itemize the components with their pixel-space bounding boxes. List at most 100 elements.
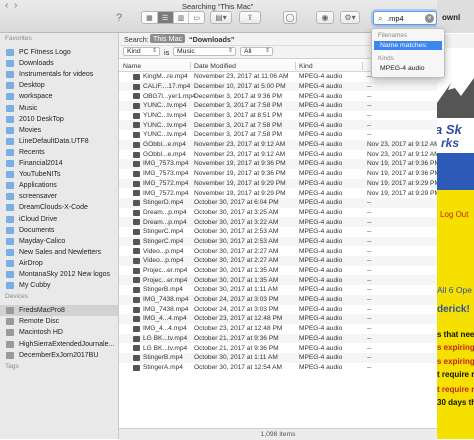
suggestion-kind-mpeg4[interactable]: MPEG-4 audio	[374, 64, 442, 73]
list-view-icon[interactable]: ☰	[157, 12, 174, 23]
file-row[interactable]: IMG_7573.mp4 November 19, 2017 at 9:36 PM…	[119, 159, 437, 169]
clear-search-icon[interactable]: ×	[425, 13, 434, 23]
file-row[interactable]: YUNC...tv.mp4 December 3, 2017 at 8:51 PM…	[119, 111, 437, 121]
file-date-added: --	[367, 286, 372, 294]
sidebar-item[interactable]: Remote Disc	[6, 316, 116, 327]
quick-look-button[interactable]: ◉	[316, 11, 334, 24]
file-row[interactable]: IMG_4...4.mp4 October 23, 2017 at 12:48 P…	[119, 324, 437, 334]
sidebar-item[interactable]: Instrumentals for videos	[6, 69, 116, 80]
file-row[interactable]: Video...p.mp4 October 30, 2017 at 2:27 AM…	[119, 256, 437, 266]
bg-tab-label[interactable]: ownl	[442, 13, 460, 22]
file-row[interactable]: IMG_7573.mp4 November 19, 2017 at 9:36 PM…	[119, 169, 437, 179]
sidebar-item[interactable]: My Cubby	[6, 280, 116, 291]
sidebar-item[interactable]: PC Fitness Logo	[6, 47, 116, 58]
file-row[interactable]: IMG_4...4.mp4 October 23, 2017 at 12:48 P…	[119, 314, 437, 324]
sidebar-item[interactable]: AirDrop	[6, 258, 116, 269]
file-name: IMG_7572.mp4	[143, 189, 189, 197]
bg-greeting-link[interactable]: derick!	[437, 304, 470, 315]
sidebar-item[interactable]: HighSierraExtendedJournale...	[6, 339, 116, 350]
video-file-icon	[133, 170, 140, 177]
sidebar-item[interactable]: Mayday-Calico	[6, 236, 116, 247]
suggestion-name-matches[interactable]: Name matches: .mp4	[374, 41, 442, 58]
sidebar-item[interactable]: Downloads	[6, 58, 116, 69]
file-row[interactable]: StingerC.mp4 October 30, 2017 at 2:53 AM M…	[119, 236, 437, 247]
sidebar-item[interactable]: Applications	[6, 180, 116, 191]
column-divider[interactable]	[362, 62, 363, 70]
sidebar-item-label: Downloads	[19, 60, 54, 68]
column-view-icon[interactable]: ▥	[174, 12, 190, 23]
column-divider[interactable]	[190, 62, 191, 70]
help-icon[interactable]: ?	[113, 11, 125, 24]
file-row[interactable]: IMG_7572.mp4 November 19, 2017 at 9:29 PM…	[119, 188, 437, 198]
value-popup[interactable]: Music ⇕	[173, 47, 236, 56]
share-button[interactable]: ⇪	[239, 11, 261, 24]
sidebar-item[interactable]: Music	[6, 103, 116, 114]
sidebar-item[interactable]: YouTubeNITs	[6, 169, 116, 180]
file-row[interactable]: Projec...er.mp4 October 30, 2017 at 1:35 …	[119, 275, 437, 286]
group-by-button[interactable]: ▤▾	[210, 11, 232, 24]
file-row[interactable]: Projec...er.mp4 October 30, 2017 at 1:35 …	[119, 266, 437, 276]
bg-logout-link[interactable]: Log Out	[440, 210, 468, 219]
file-row[interactable]: IMG_7572.mp4 November 19, 2017 at 9:29 PM…	[119, 178, 437, 189]
file-row[interactable]: OBG7l...yer1.mp4 December 3, 2017 at 9:36…	[119, 91, 437, 101]
column-header-kind[interactable]: Kind	[299, 63, 313, 70]
file-row[interactable]: StingerB.mp4 October 30, 2017 at 1:11 AM M…	[119, 352, 437, 363]
file-row[interactable]: YUNC...tv.mp4 December 3, 2017 at 7:58 PM…	[119, 101, 437, 111]
back-icon[interactable]: ‹	[5, 0, 8, 11]
sidebar-item[interactable]: Desktop	[6, 80, 116, 91]
file-row[interactable]: CALIF....17.mp4 December 10, 2017 at 5:00…	[119, 81, 437, 92]
column-divider[interactable]	[295, 62, 296, 70]
scope-downloads-button[interactable]: “Downloads”	[189, 35, 235, 44]
sidebar-item[interactable]: FredsMacPro8	[0, 305, 118, 317]
scope-this-mac-button[interactable]: This Mac	[150, 34, 186, 43]
tag-button[interactable]: ◯	[283, 11, 297, 24]
file-row[interactable]: StingerC.mp4 October 30, 2017 at 2:53 AM M…	[119, 227, 437, 237]
sidebar-item[interactable]: Financial2014	[6, 158, 116, 169]
sidebar-item-label: YouTubeNITs	[19, 171, 61, 179]
sidebar-item[interactable]: screensaver	[6, 191, 116, 202]
sidebar-item[interactable]: LineDefaultData.UTF8	[6, 136, 116, 147]
file-row[interactable]: LG BK...tv.mp4 October 21, 2017 at 9:36 P…	[119, 333, 437, 344]
attribute-popup[interactable]: Kind ⇕	[123, 47, 160, 56]
file-date-added: --	[367, 344, 372, 352]
search-input[interactable]: ⌕ .mp4 ×	[373, 11, 437, 25]
sidebar-item[interactable]: Documents	[6, 225, 116, 236]
file-row[interactable]: StingerD.mp4 October 30, 2017 at 6:04 PM M…	[119, 197, 437, 208]
sidebar-item[interactable]: Recents	[6, 147, 116, 158]
sidebar-item[interactable]: Macintosh HD	[6, 327, 116, 338]
video-file-icon	[133, 219, 140, 226]
sidebar-item[interactable]: Movies	[6, 125, 116, 136]
file-row[interactable]: Dream...p.mp4 October 30, 2017 at 3:25 AM…	[119, 208, 437, 218]
file-date-added: --	[367, 315, 372, 323]
column-header-date-modified[interactable]: Date Modified	[194, 63, 236, 70]
file-row[interactable]: GObbl...e.mp4 November 23, 2017 at 9:12 A…	[119, 150, 437, 160]
sidebar-item[interactable]: 2010 DeskTop	[6, 114, 116, 125]
gallery-view-icon[interactable]: ▭	[189, 12, 204, 23]
file-row[interactable]: Dream...p.mp4 October 30, 2017 at 3:22 AM…	[119, 217, 437, 227]
file-row[interactable]: YUNC...tv.mp4 December 3, 2017 at 7:58 PM…	[119, 130, 437, 140]
forward-icon[interactable]: ›	[14, 0, 17, 11]
file-date-modified: October 21, 2017 at 9:36 PM	[194, 344, 279, 352]
sidebar-item[interactable]: iCloud Drive	[6, 214, 116, 225]
sidebar-item[interactable]: workspace	[6, 91, 116, 102]
file-row[interactable]: IMG_7438.mp4 October 24, 2017 at 3:03 PM M…	[119, 294, 437, 305]
file-row[interactable]: LG BK...tv.mp4 October 21, 2017 at 9:36 P…	[119, 343, 437, 353]
file-row[interactable]: IMG_7438.mp4 October 24, 2017 at 3:03 PM M…	[119, 305, 437, 315]
icon-view-icon[interactable]: ▦	[142, 12, 158, 23]
sidebar-item[interactable]: DecemberExJorn2017BU	[6, 350, 116, 361]
file-row[interactable]: Video...p.mp4 October 30, 2017 at 2:27 AM…	[119, 246, 437, 256]
video-file-icon	[133, 364, 140, 371]
action-gear-button[interactable]: ⚙▾	[340, 11, 360, 24]
file-row[interactable]: YUNC...tv.mp4 December 3, 2017 at 7:58 PM…	[119, 120, 437, 131]
file-date-added: --	[367, 199, 372, 207]
sidebar-item[interactable]: New Sales and Newletters	[6, 247, 116, 258]
file-date-modified: November 19, 2017 at 9:36 PM	[194, 160, 286, 168]
file-row[interactable]: GObbl...e.mp4 November 23, 2017 at 9:12 A…	[119, 139, 437, 150]
sidebar-item[interactable]: MontanaSky 2012 New logos	[6, 269, 116, 280]
sidebar-item[interactable]: DreamClouds-X-Code	[6, 202, 116, 213]
file-row[interactable]: StingerA.mp4 October 30, 2017 at 12:54 AM…	[119, 363, 437, 373]
column-header-name[interactable]: Name	[123, 63, 141, 70]
scope-popup[interactable]: All ⇕	[240, 47, 273, 56]
video-file-icon	[133, 229, 140, 235]
file-row[interactable]: StingerB.mp4 October 30, 2017 at 1:11 AM M…	[119, 285, 437, 295]
